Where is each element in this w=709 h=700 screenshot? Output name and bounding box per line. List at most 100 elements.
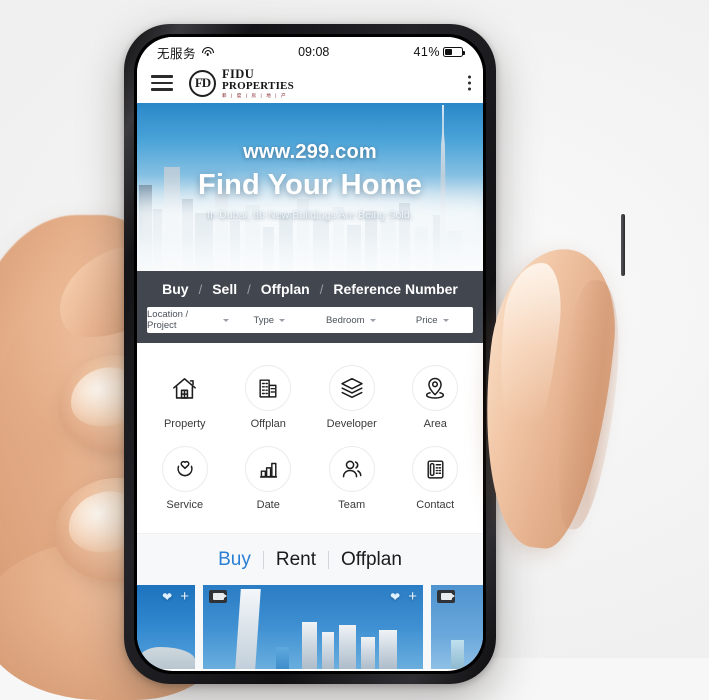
plus-icon[interactable]: + <box>180 589 189 604</box>
category-developer[interactable]: Developer <box>310 359 394 440</box>
heart-icon[interactable]: ❤ <box>162 591 172 603</box>
buildings-icon <box>245 365 292 411</box>
hero-website-url: www.299.com <box>243 141 377 163</box>
phone-device: 无服务 09:08 41% FD FIDU PROPERTIES 菲 | 度 |… <box>124 24 625 684</box>
category-date[interactable]: Date <box>227 440 311 521</box>
nav-separator: / <box>198 281 203 297</box>
listing-tab-rent[interactable]: Rent <box>276 549 316 571</box>
status-bar: 无服务 09:08 41% <box>137 37 483 63</box>
tab-divider <box>262 550 264 569</box>
nav-separator: / <box>247 281 251 297</box>
brand-name-line2: PROPERTIES <box>222 80 294 93</box>
battery-icon <box>442 47 466 57</box>
hand-thumb-shadow <box>547 277 627 533</box>
hand-thumb-highlight <box>490 259 566 455</box>
filter-price[interactable]: Price <box>392 315 474 326</box>
search-filter-section: Location / Project Type Bedroom Price <box>137 307 483 343</box>
card-building <box>339 625 356 669</box>
power-button[interactable] <box>621 214 625 276</box>
brand-name-line3: 菲 | 度 | 房 | 地 | 产 <box>222 92 288 98</box>
category-label: Developer <box>326 418 377 430</box>
category-label: Service <box>166 499 204 511</box>
clock-label: 09:08 <box>298 45 330 59</box>
status-bar-right: 41% <box>413 45 466 59</box>
people-icon <box>328 446 375 492</box>
category-label: Team <box>338 499 366 511</box>
filter-label: Type <box>253 314 275 326</box>
map-pin-icon <box>412 365 459 411</box>
card-actions: ❤ + <box>390 589 417 604</box>
video-camera-icon <box>437 590 456 603</box>
carrier-label: 无服务 <box>157 46 197 61</box>
card-building <box>450 640 465 669</box>
filter-label: Location / Project <box>147 309 189 331</box>
heart-in-hands-icon <box>161 446 208 492</box>
listing-type-tabs: Buy Rent Offplan <box>137 533 483 585</box>
property-card[interactable]: ❤ + <box>137 585 195 669</box>
category-grid-row-2: Service Date Team Contact <box>143 440 477 521</box>
hero-banner: www.299.com Find Your Home In Dubai, 86 … <box>137 103 483 271</box>
property-card[interactable] <box>431 585 483 669</box>
plus-icon[interactable]: + <box>408 589 417 604</box>
brand-wordmark: FIDU PROPERTIES 菲 | 度 | 房 | 地 | 产 <box>222 68 294 99</box>
category-service[interactable]: Service <box>143 440 227 521</box>
card-building <box>321 632 334 669</box>
category-label: Contact <box>416 499 455 511</box>
category-label: Date <box>256 499 280 511</box>
category-label: Area <box>423 418 447 430</box>
house-icon <box>161 365 208 411</box>
listing-tab-offplan[interactable]: Offplan <box>341 549 402 571</box>
chevron-down-icon <box>279 318 286 322</box>
nav-tab-buy[interactable]: Buy <box>162 281 188 297</box>
scene-background: 无服务 09:08 41% FD FIDU PROPERTIES 菲 | 度 |… <box>0 0 709 700</box>
brand-logo[interactable]: FD FIDU PROPERTIES 菲 | 度 | 房 | 地 | 产 <box>189 68 294 99</box>
tab-divider <box>327 550 329 569</box>
category-team[interactable]: Team <box>310 440 394 521</box>
filter-label: Price <box>415 314 438 326</box>
chevron-down-icon <box>442 318 449 322</box>
nav-separator: / <box>319 281 324 297</box>
filter-bedroom[interactable]: Bedroom <box>310 315 392 326</box>
layers-icon <box>328 365 375 411</box>
card-building <box>361 637 375 669</box>
desk-phone-icon <box>412 446 459 492</box>
hero-subtitle: In Dubai, 86 New Buildings Are Being Sol… <box>207 209 413 221</box>
listing-tab-buy[interactable]: Buy <box>218 549 251 571</box>
filter-label: Bedroom <box>325 314 365 326</box>
category-area[interactable]: Area <box>394 359 478 440</box>
card-building <box>275 647 289 669</box>
hamburger-menu-icon[interactable] <box>151 75 173 91</box>
category-grid-row-1: Property Offplan Developer Area <box>143 359 477 440</box>
nav-tab-reference-number[interactable]: Reference Number <box>333 281 458 297</box>
heart-icon[interactable]: ❤ <box>390 591 400 603</box>
category-label: Offplan <box>250 418 286 430</box>
category-property[interactable]: Property <box>143 359 227 440</box>
battery-percent-label: 41% <box>413 45 440 59</box>
card-building <box>302 621 318 669</box>
property-card[interactable]: ❤ + <box>203 585 423 669</box>
app-header: FD FIDU PROPERTIES 菲 | 度 | 房 | 地 | 产 <box>137 63 483 103</box>
logo-monogram-icon: FD <box>189 69 216 97</box>
nav-tab-offplan[interactable]: Offplan <box>261 281 310 297</box>
kebab-menu-icon[interactable] <box>468 75 471 91</box>
property-card-carousel[interactable]: ❤ + ❤ + <box>137 585 483 669</box>
phone-bezel: 无服务 09:08 41% FD FIDU PROPERTIES 菲 | 度 |… <box>134 34 486 674</box>
category-contact[interactable]: Contact <box>394 440 478 521</box>
card-actions: ❤ + <box>162 589 189 604</box>
filter-type[interactable]: Type <box>229 315 311 326</box>
filter-location-project[interactable]: Location / Project <box>147 309 229 331</box>
hand-palm-shadow <box>0 300 140 590</box>
brand-name-line1: FIDU <box>222 66 255 81</box>
bar-chart-icon <box>245 446 292 492</box>
category-icon-grid: Property Offplan Developer Area Service … <box>137 343 483 533</box>
video-camera-icon <box>209 590 228 603</box>
status-bar-left: 无服务 <box>157 43 214 62</box>
category-offplan[interactable]: Offplan <box>227 359 311 440</box>
search-filter-bar: Location / Project Type Bedroom Price <box>147 307 473 333</box>
chevron-down-icon <box>369 318 376 322</box>
category-label: Property <box>163 418 206 430</box>
primary-nav-tabs: Buy / Sell / Offplan / Reference Number <box>137 271 483 307</box>
phone-screen: 无服务 09:08 41% FD FIDU PROPERTIES 菲 | 度 |… <box>137 37 483 671</box>
card-building <box>379 630 397 669</box>
nav-tab-sell[interactable]: Sell <box>212 281 237 297</box>
